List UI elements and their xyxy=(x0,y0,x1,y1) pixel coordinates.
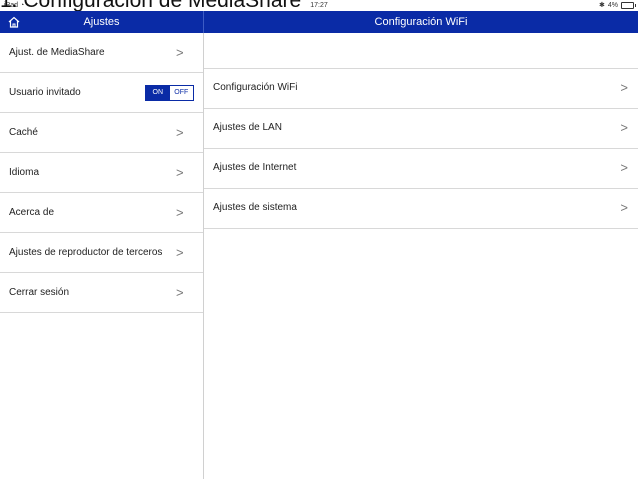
chevron-right-icon: > xyxy=(176,245,184,260)
list-item-label: Ajustes de sistema xyxy=(213,202,297,213)
wifi-settings-panel: Configuración WiFi > Ajustes de LAN > Aj… xyxy=(204,33,638,479)
list-item-label: Ajustes de Internet xyxy=(213,162,297,173)
chevron-right-icon: > xyxy=(620,200,628,215)
bluetooth-icon: ✱ xyxy=(599,2,605,9)
chevron-right-icon: > xyxy=(620,120,628,135)
list-item-wifi-config[interactable]: Configuración WiFi > xyxy=(204,69,638,109)
chevron-right-icon: > xyxy=(176,125,184,140)
battery-icon xyxy=(621,2,636,9)
sidebar-item-label: Usuario invitado xyxy=(9,87,81,98)
toggle-off-label[interactable]: OFF xyxy=(169,86,193,100)
battery-percent: 4% xyxy=(607,2,618,9)
chevron-right-icon: > xyxy=(176,45,184,60)
sidebar-item-label: Cerrar sesión xyxy=(9,287,70,298)
chevron-right-icon: > xyxy=(176,165,184,180)
page-title: Configuración WiFi xyxy=(374,16,468,28)
chevron-right-icon: > xyxy=(620,80,628,95)
list-item-label: Configuración WiFi xyxy=(213,82,298,93)
sidebar-item-cache[interactable]: Caché > xyxy=(0,113,203,153)
chevron-right-icon: > xyxy=(176,205,184,220)
chevron-right-icon: > xyxy=(620,160,628,175)
settings-title: Ajustes xyxy=(83,16,120,28)
status-battery: ✱ 4% xyxy=(599,0,636,11)
chevron-right-icon: > xyxy=(176,285,184,300)
sidebar-item-label: Ajustes de reproductor de terceros xyxy=(9,247,163,258)
navigation-bar: Ajustes Configuración WiFi xyxy=(0,11,638,33)
toggle-on-label[interactable]: ON xyxy=(146,86,170,100)
sidebar-item-logout[interactable]: Cerrar sesión > xyxy=(0,273,203,313)
settings-header: Ajustes xyxy=(0,11,204,33)
sidebar-item-label: Ajust. de MediaShare xyxy=(9,47,105,58)
list-item-label: Ajustes de LAN xyxy=(213,122,282,133)
sidebar-item-label: Acerca de xyxy=(9,207,55,218)
sidebar-item-third-party-player[interactable]: Ajustes de reproductor de terceros > xyxy=(0,233,203,273)
sidebar-item-mediashare[interactable]: Ajust. de MediaShare > xyxy=(0,33,203,73)
sidebar-item-guest-user: Usuario invitado ON OFF xyxy=(0,73,203,113)
guest-user-toggle[interactable]: ON OFF xyxy=(145,85,194,101)
sidebar-item-label: Idioma xyxy=(9,167,40,178)
settings-sidebar: Ajust. de MediaShare > Usuario invitado … xyxy=(0,33,204,479)
sidebar-item-about[interactable]: Acerca de > xyxy=(0,193,203,233)
document-heading: 1. Configuración de MediaShare xyxy=(0,0,302,12)
section-spacer xyxy=(204,33,638,69)
list-item-internet-settings[interactable]: Ajustes de Internet > xyxy=(204,149,638,189)
sidebar-item-label: Caché xyxy=(9,127,38,138)
list-item-system-settings[interactable]: Ajustes de sistema > xyxy=(204,189,638,229)
list-item-lan-settings[interactable]: Ajustes de LAN > xyxy=(204,109,638,149)
sidebar-item-language[interactable]: Idioma > xyxy=(0,153,203,193)
